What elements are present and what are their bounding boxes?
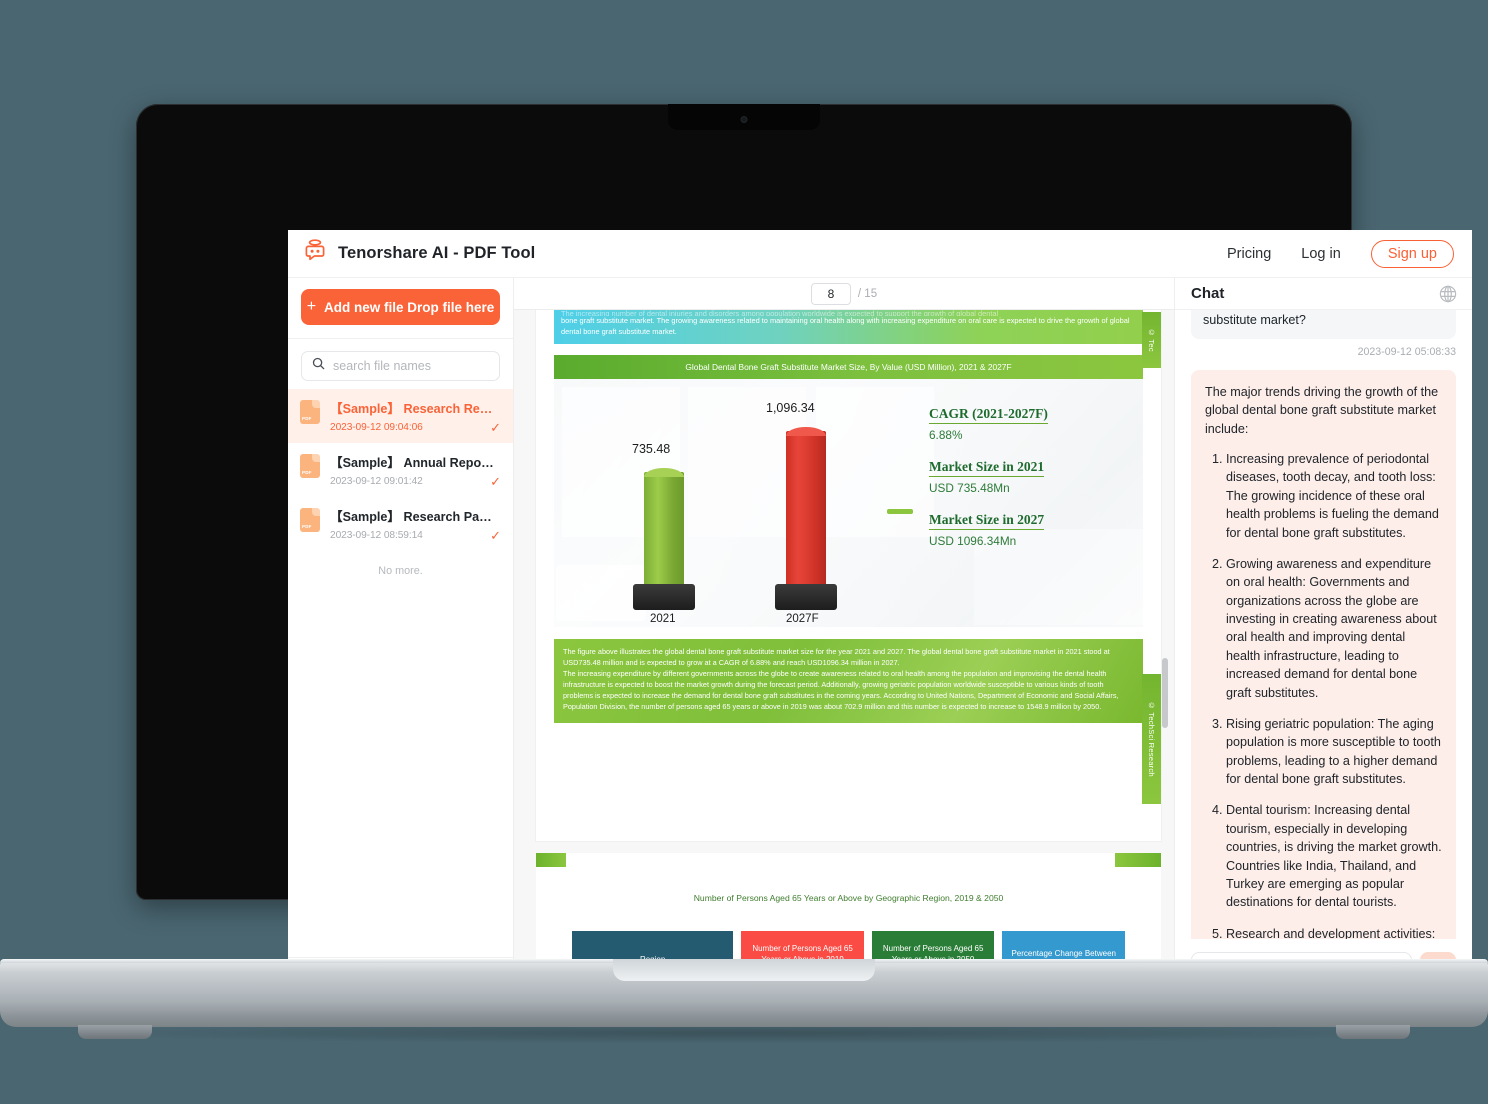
- bar-label-2021: 2021: [650, 613, 676, 626]
- file-list-item[interactable]: PDF 【Sample】 Research Re… 2023-09-12 09:…: [288, 389, 513, 443]
- search-file-box[interactable]: [301, 351, 500, 381]
- page-number-input[interactable]: [810, 282, 851, 305]
- page-accent-left: [536, 853, 566, 867]
- chart-annotations: CAGR (2021-2027F) 6.88% Market Size in 2…: [887, 405, 1129, 564]
- check-icon: ✓: [490, 528, 501, 543]
- app-body: + Add new file Drop file here search fil…: [288, 278, 1472, 1001]
- pdf-vertical-scrollbar[interactable]: [1162, 658, 1168, 728]
- chat-bot-list: Increasing prevalence of periodontal dis…: [1205, 450, 1442, 939]
- pdf-file-icon: PDF: [300, 400, 320, 424]
- check-icon: ✓: [490, 474, 501, 489]
- pdf-viewer: / 15 The increasing number of dental inj…: [514, 278, 1174, 1001]
- sidebar: + Add new file Drop file here search fil…: [288, 278, 514, 1001]
- pricing-link[interactable]: Pricing: [1227, 246, 1271, 262]
- bar-2021: [644, 472, 684, 593]
- base-notch: [613, 959, 875, 981]
- app-header: Tenorshare AI - PDF Tool Pricing Log in …: [288, 230, 1472, 278]
- chat-panel: Chat substitute market? 2023-09-12 05:08…: [1174, 278, 1472, 1001]
- pdf-paragraph-blue-text: bone graft substitute market. The growin…: [561, 316, 1130, 336]
- laptop-lid: Tenorshare AI - PDF Tool Pricing Log in …: [136, 104, 1472, 1001]
- pdf-file-icon: PDF: [300, 508, 320, 532]
- chat-message-user: substitute market?: [1191, 310, 1456, 339]
- chat-bot-list-item: Growing awareness and expenditure on ora…: [1226, 555, 1442, 702]
- file-list-item[interactable]: PDF 【Sample】 Research Pa… 2023-09-12 08:…: [288, 497, 513, 551]
- file-date: 2023-09-12 09:01:42: [330, 476, 423, 487]
- no-more-label: No more.: [378, 565, 423, 577]
- file-list-item[interactable]: PDF 【Sample】 Annual Repo… 2023-09-12 09:…: [288, 443, 513, 497]
- laptop-base: [0, 959, 1488, 1039]
- file-date: 2023-09-12 09:04:06: [330, 422, 423, 433]
- chart-title: Global Dental Bone Graft Substitute Mark…: [554, 355, 1143, 380]
- chart-plot-area: 735.48 2021 1,096.34 2027F CAGR (2021-20…: [554, 379, 1143, 628]
- add-new-file-button[interactable]: + Add new file Drop file here: [301, 289, 500, 325]
- app-title: Tenorshare AI - PDF Tool: [338, 244, 536, 262]
- brand[interactable]: Tenorshare AI - PDF Tool: [302, 238, 535, 269]
- watermark-top: © Tec: [1142, 312, 1161, 368]
- chat-bot-list-item: Dental tourism: Increasing dental touris…: [1226, 801, 1442, 911]
- chat-bot-list-item: Rising geriatric population: The aging p…: [1226, 715, 1442, 789]
- chat-message-assistant: The major trends driving the growth of t…: [1191, 369, 1456, 939]
- laptop-foot: [1336, 1025, 1410, 1039]
- bar-2027: [786, 431, 826, 593]
- chat-message-time: 2023-09-12 05:08:33: [1357, 345, 1456, 358]
- webcam-icon: [740, 116, 748, 123]
- file-list: PDF 【Sample】 Research Re… 2023-09-12 09:…: [288, 389, 513, 577]
- check-icon: ✓: [490, 420, 501, 435]
- laptop-notch: [668, 104, 820, 130]
- legend-dash-icon: [887, 509, 913, 515]
- market-size-2027-value: USD 1096.34Mn: [929, 534, 1017, 549]
- bar-value-2021: 735.48: [632, 442, 671, 457]
- screen-content: Tenorshare AI - PDF Tool Pricing Log in …: [288, 230, 1472, 1001]
- chat-bot-intro: The major trends driving the growth of t…: [1205, 384, 1439, 436]
- chart-figure: Global Dental Bone Graft Substitute Mark…: [554, 355, 1143, 628]
- pdf-page: The increasing number of dental injuries…: [536, 310, 1161, 841]
- market-size-2021-value: USD 735.48Mn: [929, 481, 1010, 496]
- pdf-file-icon: PDF: [300, 454, 320, 478]
- bar-value-2027: 1,096.34: [766, 401, 815, 416]
- page-total-label: / 15: [857, 287, 878, 300]
- pdf-paragraph-green-1: The figure above illustrates the global …: [563, 647, 1110, 668]
- page-accent-right: [1115, 853, 1161, 867]
- pdf-paragraph-green-2: The increasing expenditure by different …: [563, 669, 1119, 712]
- chat-messages[interactable]: substitute market? 2023-09-12 05:08:33 T…: [1175, 310, 1472, 939]
- cagr-heading: CAGR (2021-2027F): [929, 406, 1048, 425]
- table-figure-title: Number of Persons Aged 65 Years or Above…: [693, 893, 1004, 903]
- market-size-2021-heading: Market Size in 2021: [929, 459, 1045, 478]
- add-new-file-label: Add new file Drop file here: [324, 299, 495, 315]
- laptop-foot: [78, 1025, 152, 1039]
- cagr-value: 6.88%: [929, 428, 963, 443]
- bar-2021-base: [633, 584, 695, 611]
- chat-bot-list-item: Research and development activities:: [1226, 925, 1442, 939]
- file-name: 【Sample】 Annual Repo…: [330, 456, 494, 470]
- signup-button[interactable]: Sign up: [1370, 239, 1454, 268]
- chat-header: Chat: [1175, 278, 1472, 310]
- pdf-toolbar: / 15: [514, 278, 1174, 310]
- pdf-paragraph-blue: The increasing number of dental injuries…: [554, 310, 1143, 345]
- sidebar-divider: [288, 338, 513, 339]
- chat-title: Chat: [1191, 285, 1225, 302]
- plus-icon: +: [306, 298, 317, 315]
- bar-2021-cap: [644, 468, 684, 478]
- bar-label-2027: 2027F: [786, 613, 819, 626]
- login-link[interactable]: Log in: [1301, 246, 1341, 262]
- robot-chat-icon: [302, 238, 328, 269]
- market-size-2027-heading: Market Size in 2027: [929, 512, 1045, 531]
- file-name: 【Sample】 Research Re…: [330, 402, 493, 416]
- pdf-paragraph-green: The figure above illustrates the global …: [554, 639, 1143, 724]
- file-date: 2023-09-12 08:59:14: [330, 530, 423, 541]
- pdf-scroll-area[interactable]: The increasing number of dental injuries…: [514, 310, 1174, 1001]
- laptop-mockup: Tenorshare AI - PDF Tool Pricing Log in …: [0, 0, 1488, 1104]
- file-name: 【Sample】 Research Pa…: [330, 510, 492, 524]
- globe-icon[interactable]: [1438, 284, 1458, 304]
- search-input[interactable]: [333, 359, 489, 373]
- bar-2027-cap: [786, 427, 826, 437]
- pdf-paragraph-blue-clipped: The increasing number of dental injuries…: [561, 310, 999, 316]
- header-nav: Pricing Log in Sign up: [1227, 239, 1454, 268]
- watermark-side: © TechSci Research: [1142, 674, 1161, 804]
- search-icon: [312, 357, 325, 375]
- bar-2027-base: [775, 584, 837, 611]
- chat-bot-list-item: Increasing prevalence of periodontal dis…: [1226, 450, 1442, 542]
